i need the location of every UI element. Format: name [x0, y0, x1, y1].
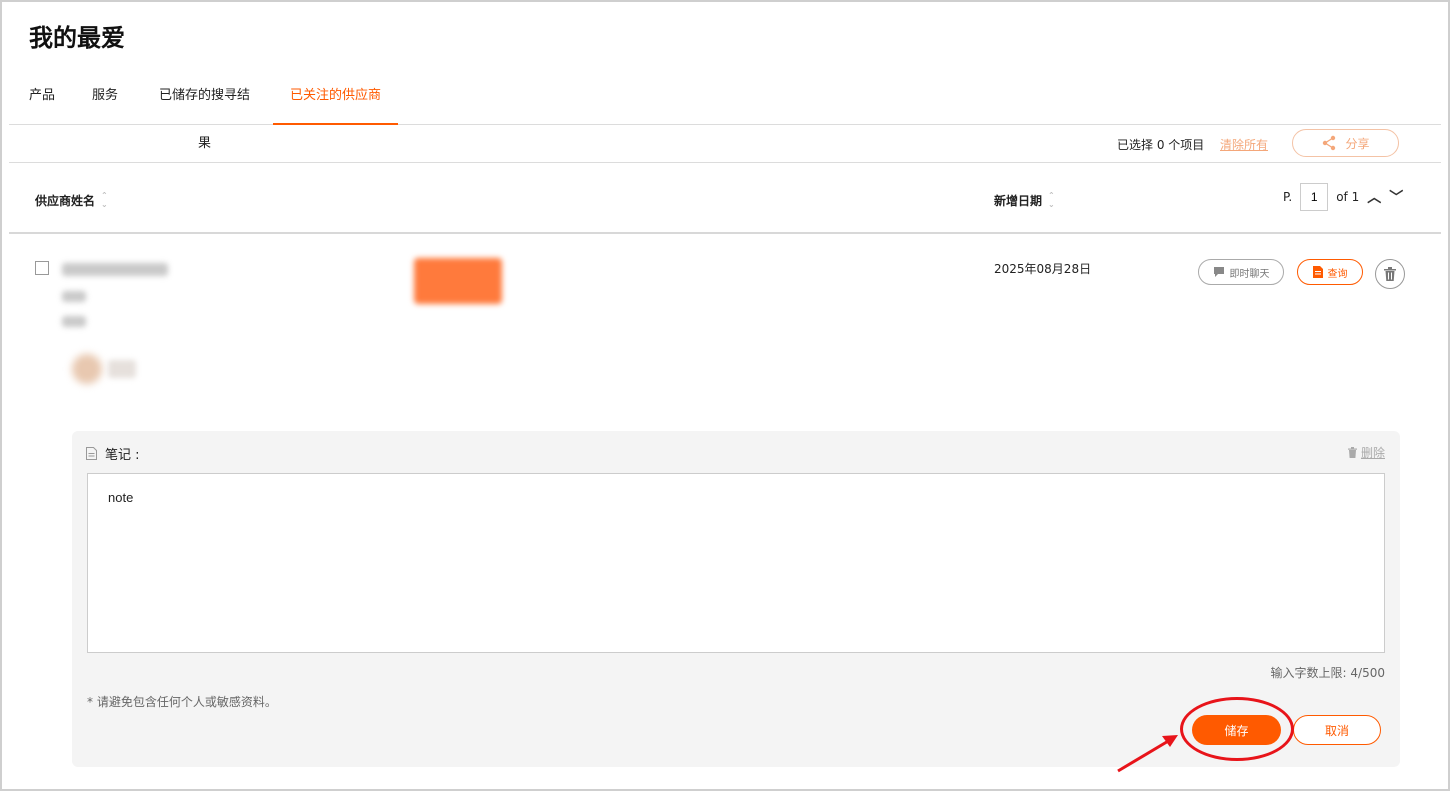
save-button[interactable]: 储存	[1192, 715, 1281, 745]
supplier-badge-redacted	[414, 258, 502, 304]
page-title: 我的最爱	[29, 24, 125, 52]
supplier-name-header[interactable]: 供应商姓名 ⌃ ⌄	[35, 191, 108, 209]
sort-icon: ⌃ ⌄	[101, 191, 108, 209]
supplier-logo-redacted	[108, 360, 136, 378]
tab-followed-suppliers[interactable]: 已关注的供应商	[273, 72, 398, 125]
table-header: 供应商姓名 ⌃⌄ 新增日期 ⌃⌄ P. of 1 ︿ ﹀	[9, 163, 1441, 234]
date-added-value: 2025年08月28日	[994, 262, 1092, 276]
tab-products[interactable]: 产品	[28, 72, 56, 125]
trash-icon	[1384, 267, 1396, 281]
inquiry-button[interactable]: 查询	[1297, 259, 1363, 285]
page-total: of 1	[1336, 190, 1360, 204]
supplier-name-redacted	[62, 263, 168, 276]
tab-services[interactable]: 服务	[91, 72, 119, 125]
note-icon	[86, 447, 97, 460]
char-limit-text: 输入字数上限: 4/500	[1270, 666, 1385, 680]
supplier-info-redacted	[62, 316, 86, 327]
chevron-up-icon[interactable]: ︿	[1367, 187, 1381, 207]
share-icon	[1323, 135, 1336, 151]
document-icon	[1312, 266, 1323, 278]
chat-icon	[1213, 267, 1224, 277]
supplier-logo-redacted	[72, 354, 102, 384]
note-delete-link[interactable]: 删除	[1347, 444, 1385, 461]
pagination: P. of 1 ︿ ﹀	[1283, 183, 1403, 211]
selection-toolbar: 已选择 0 个项目 清除所有 分享	[9, 125, 1441, 163]
selected-count: 已选择 0 个项目	[1117, 138, 1205, 152]
cancel-button[interactable]: 取消	[1293, 715, 1381, 745]
page-number-input[interactable]	[1300, 183, 1329, 211]
tab-bar: 产品 服务 已储存的搜寻结果 已关注的供应商	[9, 72, 1441, 151]
note-label: 笔记 :	[105, 448, 140, 463]
date-added-header[interactable]: 新增日期 ⌃ ⌄	[994, 191, 1055, 209]
supplier-info-redacted	[62, 291, 86, 302]
clear-all-link[interactable]: 清除所有	[1220, 136, 1268, 153]
privacy-warning: * 请避免包含任何个人或敏感资料。	[87, 695, 277, 709]
chevron-down-icon[interactable]: ﹀	[1389, 187, 1403, 207]
note-delete-label: 删除	[1360, 446, 1385, 460]
note-header: 笔记 :	[86, 444, 140, 463]
note-panel: 笔记 : 删除 note 输入字数上限: 4/500 * 请避免包含任何个人或敏…	[72, 431, 1400, 767]
sort-icon: ⌃ ⌄	[1048, 191, 1055, 209]
supplier-name-header-label: 供应商姓名	[35, 193, 96, 208]
row-checkbox[interactable]	[35, 261, 49, 275]
trash-icon	[1347, 447, 1357, 458]
share-button[interactable]: 分享	[1292, 129, 1399, 157]
tab-saved-searches[interactable]: 已储存的搜寻结果	[154, 72, 255, 151]
share-label: 分享	[1345, 136, 1370, 151]
chat-now-label: 即时聊天	[1229, 268, 1270, 280]
inquiry-label: 查询	[1327, 268, 1348, 280]
date-added-header-label: 新增日期	[994, 193, 1043, 208]
note-textarea[interactable]: note	[87, 473, 1385, 653]
chat-now-button[interactable]: 即时聊天	[1198, 259, 1284, 285]
remove-button[interactable]	[1375, 259, 1405, 289]
page-prefix: P.	[1283, 190, 1293, 204]
